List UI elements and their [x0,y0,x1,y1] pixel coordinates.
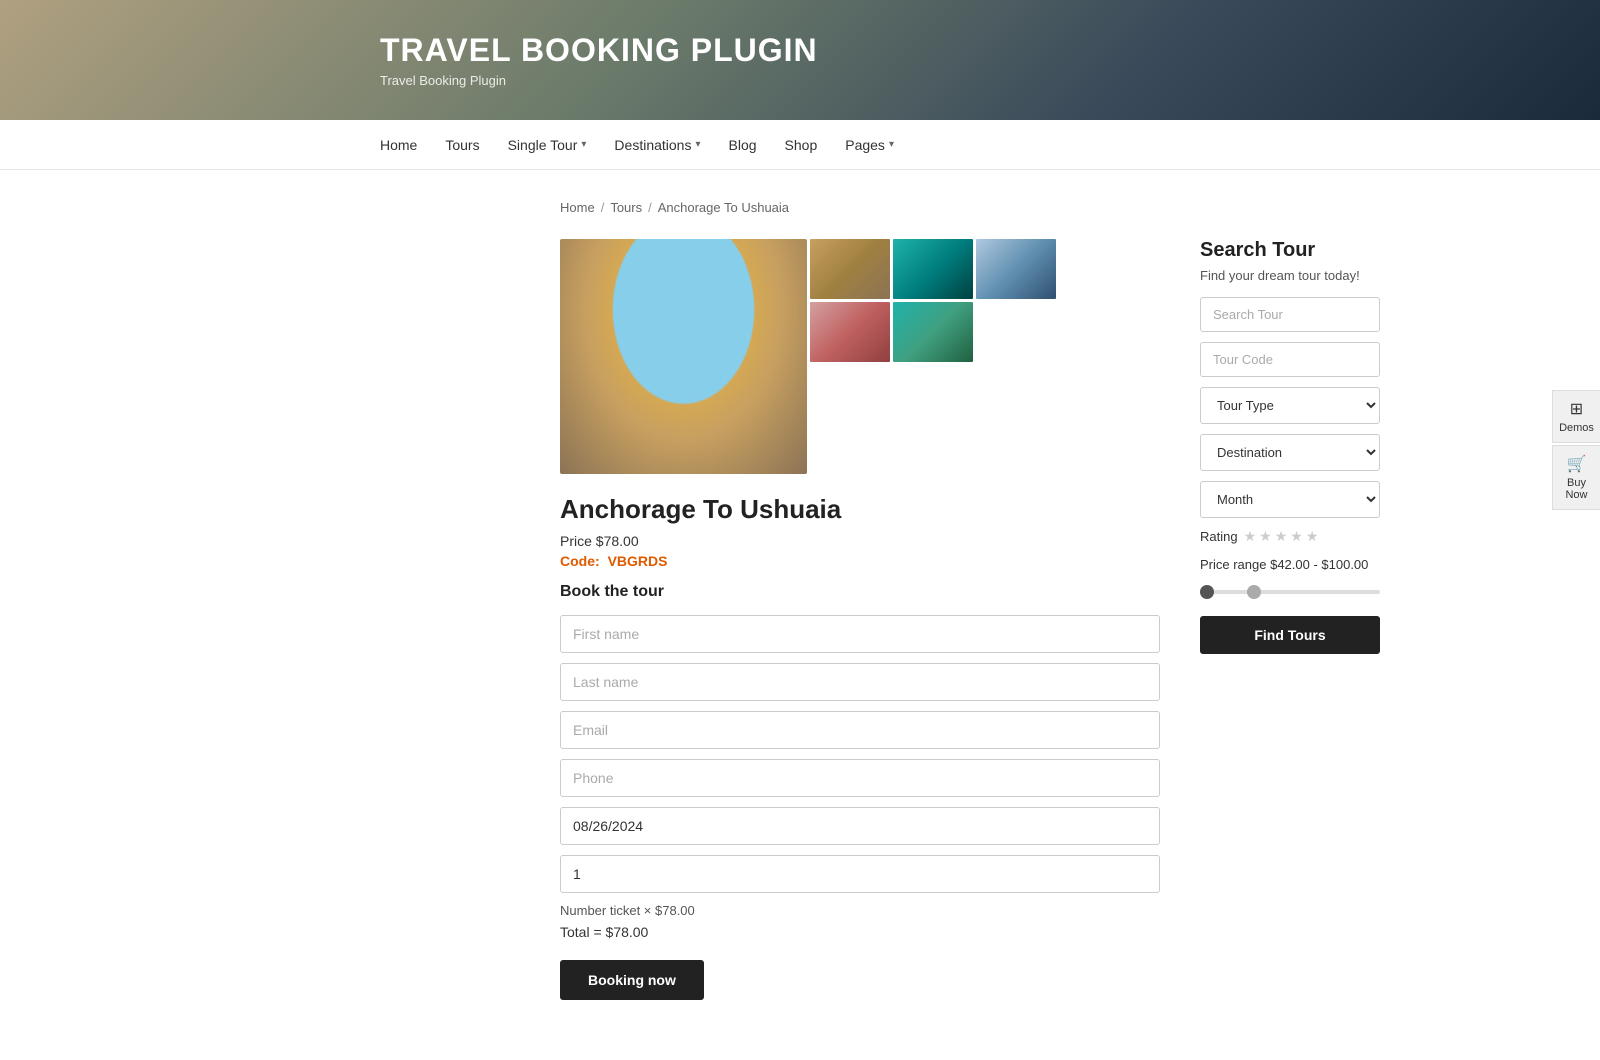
demos-button[interactable]: ⊞ Demos [1552,390,1600,443]
gallery-main-wrapper [560,239,807,474]
last-name-input[interactable] [560,663,1160,701]
rating-row: Rating ★ ★ ★ ★ ★ [1200,528,1380,545]
content-area: Anchorage To Ushuaia Price $78.00 Code: … [560,239,1380,1000]
star-3[interactable]: ★ [1275,528,1288,545]
hero-subtitle: Travel Booking Plugin [380,73,818,88]
price-range-label: Price range $42.00 - $100.00 [1200,557,1380,572]
star-4[interactable]: ★ [1290,528,1303,545]
demos-icon: ⊞ [1570,399,1583,419]
main-wrapper: Home / Tours / Anchorage To Ushuaia [180,170,1420,1060]
last-name-row [560,663,1160,701]
tour-code-input[interactable] [1200,342,1380,377]
floating-sidebar: ⊞ Demos 🛒 Buy Now [1552,390,1600,510]
search-tour-input[interactable] [1200,297,1380,332]
tour-code-value: VBGRDS [608,553,668,569]
booking-section: Anchorage To Ushuaia Price $78.00 Code: … [560,494,1160,1000]
breadcrumb-sep-2: / [648,200,652,215]
gallery-thumb-1[interactable] [810,239,890,299]
gallery-main-image [560,239,807,474]
tour-type-select[interactable]: Tour Type Day Tour Multi-Day Tour Advent… [1200,387,1380,424]
gallery-thumbs [810,239,1056,362]
star-2[interactable]: ★ [1259,528,1272,545]
gallery-thumb-5[interactable] [893,302,973,362]
destinations-arrow: ▾ [695,139,700,150]
date-row [560,807,1160,845]
date-input[interactable] [560,807,1160,845]
breadcrumb: Home / Tours / Anchorage To Ushuaia [560,200,1380,215]
ticket-info: Number ticket × $78.00 [560,903,1160,918]
breadcrumb-home[interactable]: Home [560,200,595,215]
search-tour-subtitle: Find your dream tour today! [1200,268,1380,283]
star-5[interactable]: ★ [1306,528,1319,545]
rating-label: Rating [1200,529,1238,544]
nav-pages[interactable]: Pages ▾ [845,137,894,153]
first-name-input[interactable] [560,615,1160,653]
hero-content: TRAVEL BOOKING PLUGIN Travel Booking Plu… [380,32,818,88]
month-select[interactable]: Month January February March April May J… [1200,481,1380,518]
cart-icon: 🛒 [1567,454,1587,474]
gallery-container [560,239,1160,474]
stars-container[interactable]: ★ ★ ★ ★ ★ [1244,528,1319,545]
booking-now-button[interactable]: Booking now [560,960,704,1000]
tour-price: Price $78.00 [560,533,1160,549]
breadcrumb-sep-1: / [601,200,605,215]
gallery-main-img-bg [560,239,807,474]
first-name-row [560,615,1160,653]
email-input[interactable] [560,711,1160,749]
nav-destinations[interactable]: Destinations ▾ [614,137,700,153]
gallery-thumb-2[interactable] [893,239,973,299]
left-column: Anchorage To Ushuaia Price $78.00 Code: … [560,239,1160,1000]
gallery-thumbs-top-row [810,239,1056,299]
range-track [1200,590,1380,594]
search-tour-title: Search Tour [1200,239,1380,262]
gallery-thumbs-bottom-row [810,302,1056,362]
gallery-thumb-3[interactable] [976,239,1056,299]
price-range-slider[interactable] [1200,582,1380,602]
demos-label: Demos [1559,422,1594,434]
buy-now-label: Buy Now [1559,477,1594,501]
breadcrumb-tours[interactable]: Tours [610,200,642,215]
nav-home[interactable]: Home [380,137,417,153]
phone-row [560,759,1160,797]
main-nav: Home Tours Single Tour ▾ Destinations ▾ … [0,120,1600,170]
quantity-row [560,855,1160,893]
nav-tours[interactable]: Tours [445,137,479,153]
single-tour-arrow: ▾ [581,139,586,150]
tour-title: Anchorage To Ushuaia [560,494,1160,525]
breadcrumb-current: Anchorage To Ushuaia [658,200,789,215]
right-column: Search Tour Find your dream tour today! … [1200,239,1380,654]
email-row [560,711,1160,749]
nav-single-tour[interactable]: Single Tour ▾ [508,137,587,153]
tour-code: Code: VBGRDS [560,553,1160,569]
nav-shop[interactable]: Shop [785,137,818,153]
gallery-thumb-4[interactable] [810,302,890,362]
hero-title: TRAVEL BOOKING PLUGIN [380,32,818,69]
star-1[interactable]: ★ [1244,528,1257,545]
phone-input[interactable] [560,759,1160,797]
hero-section: TRAVEL BOOKING PLUGIN Travel Booking Plu… [0,0,1600,120]
nav-blog[interactable]: Blog [729,137,757,153]
find-tours-button[interactable]: Find Tours [1200,616,1380,654]
quantity-input[interactable] [560,855,1160,893]
range-handle-left[interactable] [1200,585,1214,599]
buy-now-button[interactable]: 🛒 Buy Now [1552,445,1600,510]
range-handle-right[interactable] [1247,585,1261,599]
destination-select[interactable]: Destination Europe Asia America Africa [1200,434,1380,471]
total-info: Total = $78.00 [560,924,1160,940]
pages-arrow: ▾ [889,139,894,150]
book-title: Book the tour [560,583,1160,601]
